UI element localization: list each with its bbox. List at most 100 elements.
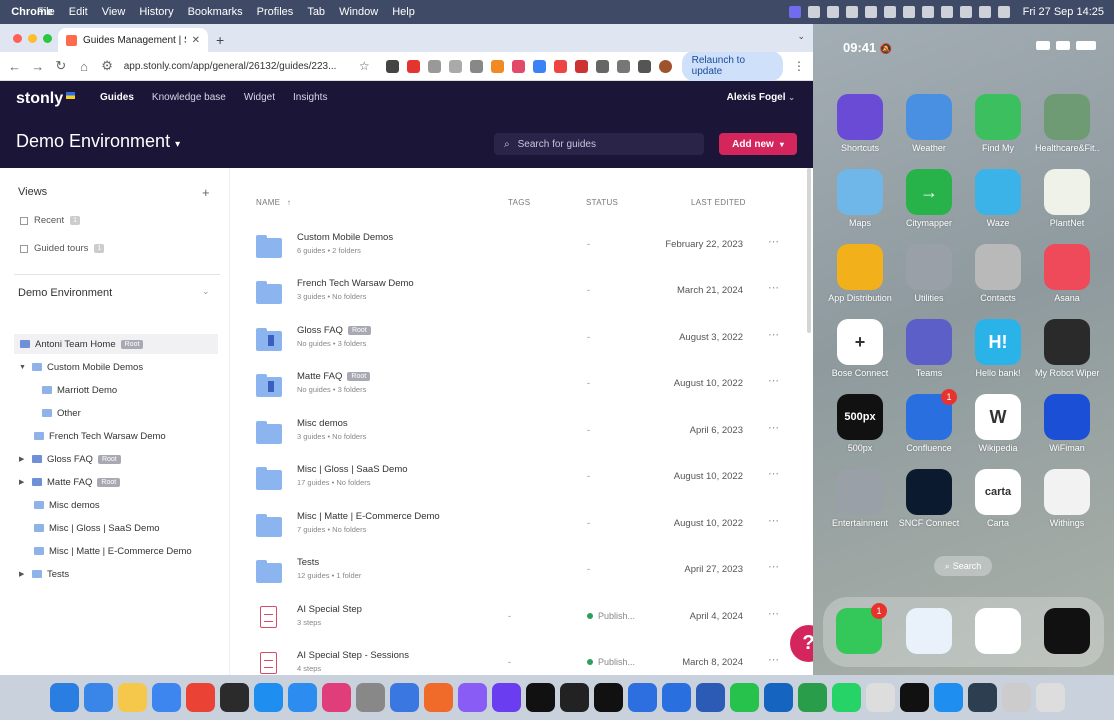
extension-icon[interactable] bbox=[490, 59, 504, 73]
nav-guides[interactable]: Guides bbox=[100, 92, 134, 103]
app-bose-connect[interactable]: + Bose Connect bbox=[828, 319, 892, 378]
status-app-icon[interactable] bbox=[921, 6, 934, 18]
app-my-robot-wiper[interactable]: My Robot Wiper bbox=[1035, 319, 1099, 378]
dock-app-icon[interactable] bbox=[1035, 683, 1065, 712]
more-options-icon[interactable]: ⋯ bbox=[768, 421, 779, 434]
tree-item-matte-faq[interactable]: ▶ Matte FAQ Root bbox=[14, 472, 121, 492]
menu-profiles[interactable]: Profiles bbox=[250, 6, 301, 18]
more-options-icon[interactable]: ⋯ bbox=[768, 328, 779, 341]
table-row[interactable]: AI Special Step - Sessions 4 steps - Pub… bbox=[230, 650, 813, 675]
tree-item-other[interactable]: Other bbox=[14, 403, 81, 423]
dock-app-icon[interactable] bbox=[185, 683, 215, 712]
dock-app-icon[interactable] bbox=[151, 683, 181, 712]
search-icon[interactable] bbox=[978, 6, 991, 18]
control-center-icon[interactable] bbox=[997, 6, 1010, 18]
menu-clock[interactable]: Fri 27 Sep 14:25 bbox=[1023, 6, 1104, 18]
table-row[interactable]: French Tech Warsaw Demo 3 guides • No fo… bbox=[230, 278, 813, 324]
more-options-icon[interactable]: ⋯ bbox=[768, 467, 779, 480]
menu-history[interactable]: History bbox=[132, 6, 180, 18]
environment-selector[interactable]: Demo Environment ▾ bbox=[16, 131, 180, 152]
chrome-menu-icon[interactable]: ⋮ bbox=[793, 59, 805, 73]
caret-right-icon[interactable]: ▶ bbox=[19, 478, 27, 486]
app-icon[interactable] bbox=[1044, 608, 1090, 654]
dock-app-icon[interactable] bbox=[219, 683, 249, 712]
dock-app-icon[interactable] bbox=[559, 683, 589, 712]
column-header-last-edited[interactable]: LAST EDITED bbox=[691, 198, 746, 207]
caret-right-icon[interactable]: ▶ bbox=[19, 570, 27, 578]
app-hello-bank-[interactable]: H! Hello bank! bbox=[966, 319, 1030, 378]
safari-icon[interactable] bbox=[906, 608, 952, 654]
app-entertainment[interactable]: Entertainment bbox=[828, 469, 892, 528]
dock-app-icon[interactable] bbox=[729, 683, 759, 712]
tree-item-misc-demos[interactable]: Misc demos bbox=[14, 495, 100, 515]
dock-app-icon[interactable] bbox=[865, 683, 895, 712]
app-healthcare-fit-[interactable]: Healthcare&Fit... bbox=[1035, 94, 1099, 153]
phone-app-icon[interactable]: 1 bbox=[836, 603, 887, 654]
extension-icon[interactable] bbox=[553, 59, 567, 73]
extension-icon[interactable] bbox=[469, 59, 483, 73]
dock-app-icon[interactable] bbox=[491, 683, 521, 712]
more-options-icon[interactable]: ⋯ bbox=[768, 235, 779, 248]
app-weather[interactable]: Weather bbox=[897, 94, 961, 153]
extension-icon[interactable] bbox=[427, 59, 441, 73]
reload-icon[interactable]: ↻ bbox=[54, 58, 67, 74]
bluetooth-icon[interactable] bbox=[902, 6, 915, 18]
dock-app-icon[interactable] bbox=[253, 683, 283, 712]
dock-app-icon[interactable] bbox=[423, 683, 453, 712]
dock-app-icon[interactable] bbox=[661, 683, 691, 712]
dock-app-icon[interactable] bbox=[831, 683, 861, 712]
relaunch-button[interactable]: Relaunch to update bbox=[681, 51, 784, 81]
tree-item-misc-gloss-saas[interactable]: Misc | Gloss | SaaS Demo bbox=[14, 518, 160, 538]
user-menu[interactable]: Alexis Fogel ⌄ bbox=[727, 92, 795, 103]
dock-app-icon[interactable] bbox=[83, 683, 113, 712]
tree-item-gloss-faq[interactable]: ▶ Gloss FAQ Root bbox=[14, 449, 121, 469]
table-row[interactable]: Matte FAQ Root No guides • 3 folders - Au… bbox=[230, 371, 813, 417]
menu-view[interactable]: View bbox=[95, 6, 133, 18]
app-teams[interactable]: Teams bbox=[897, 319, 961, 378]
tree-item-misc-matte-ecommerce[interactable]: Misc | Matte | E-Commerce Demo bbox=[14, 541, 192, 561]
add-new-button[interactable]: Add new ▾ bbox=[719, 133, 797, 155]
app-withings[interactable]: Withings bbox=[1035, 469, 1099, 528]
column-header-status[interactable]: STATUS bbox=[586, 198, 618, 207]
app-asana[interactable]: Asana bbox=[1035, 244, 1099, 303]
forward-arrow-icon[interactable]: → bbox=[31, 59, 44, 74]
app-shortcuts[interactable]: Shortcuts bbox=[828, 94, 892, 153]
back-arrow-icon[interactable]: ← bbox=[8, 59, 21, 74]
dock-app-icon[interactable] bbox=[389, 683, 419, 712]
table-row[interactable]: AI Special Step 3 steps - Publish... Apr… bbox=[230, 604, 813, 650]
dock-app-icon[interactable] bbox=[695, 683, 725, 712]
table-row[interactable]: Misc demos 3 guides • No folders - April… bbox=[230, 418, 813, 464]
dock-app-icon[interactable] bbox=[933, 683, 963, 712]
nav-widget[interactable]: Widget bbox=[244, 92, 275, 103]
menu-window[interactable]: Window bbox=[332, 6, 385, 18]
home-icon[interactable]: ⌂ bbox=[77, 59, 90, 74]
app-carta[interactable]: carta Carta bbox=[966, 469, 1030, 528]
dock-app-icon[interactable] bbox=[627, 683, 657, 712]
more-options-icon[interactable]: ⋯ bbox=[768, 374, 779, 387]
caret-right-icon[interactable]: ▶ bbox=[19, 455, 27, 463]
minimize-window-button[interactable] bbox=[28, 34, 37, 43]
status-app-icon[interactable] bbox=[845, 6, 858, 18]
tree-item-tests[interactable]: ▶ Tests bbox=[14, 564, 69, 584]
more-options-icon[interactable]: ⋯ bbox=[768, 607, 779, 620]
extension-icon[interactable] bbox=[595, 59, 609, 73]
app-wifiman[interactable]: WiFiman bbox=[1035, 394, 1099, 453]
dock-app-icon[interactable] bbox=[763, 683, 793, 712]
extension-icon[interactable] bbox=[532, 59, 546, 73]
table-row[interactable]: Gloss FAQ Root No guides • 3 folders - Au… bbox=[230, 325, 813, 371]
table-row[interactable]: Misc | Matte | E-Commerce Demo 7 guides … bbox=[230, 511, 813, 557]
extension-icon[interactable] bbox=[385, 59, 399, 73]
caret-down-icon[interactable]: ▼ bbox=[19, 364, 27, 371]
tree-item-antoni-team-home[interactable]: Antoni Team Home Root bbox=[14, 334, 218, 354]
address-bar[interactable]: app.stonly.com/app/general/26132/guides/… bbox=[124, 55, 349, 77]
search-input[interactable]: Search for guides bbox=[518, 139, 596, 150]
app-contacts[interactable]: Contacts bbox=[966, 244, 1030, 303]
wifi-icon[interactable] bbox=[959, 6, 972, 18]
site-info-icon[interactable]: ⚙ bbox=[101, 58, 114, 74]
more-options-icon[interactable]: ⋯ bbox=[768, 281, 779, 294]
app-wikipedia[interactable]: W Wikipedia bbox=[966, 394, 1030, 453]
app-sncf-connect[interactable]: SNCF Connect bbox=[897, 469, 961, 528]
app-plantnet[interactable]: PlantNet bbox=[1035, 169, 1099, 228]
status-app-icon[interactable] bbox=[864, 6, 877, 18]
dock-app-icon[interactable] bbox=[355, 683, 385, 712]
